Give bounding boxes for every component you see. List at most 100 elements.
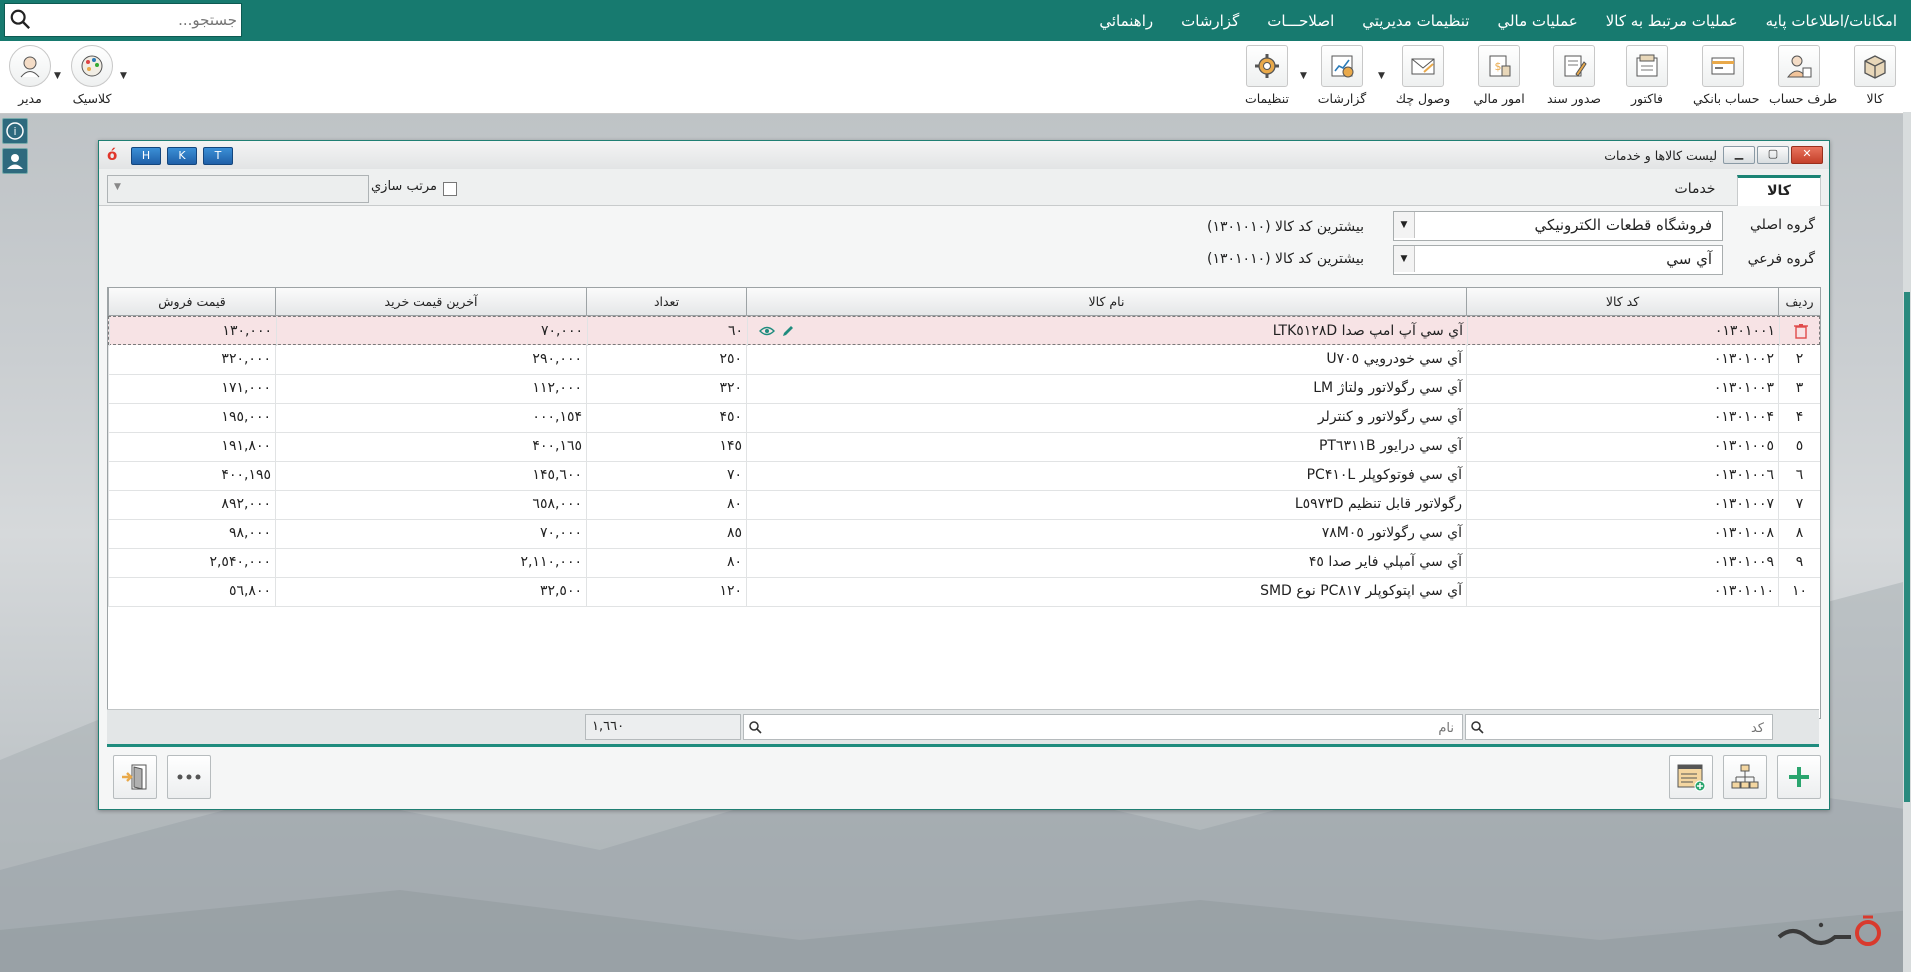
cell-code: ٠١٣٠١٠٠٧: [1466, 490, 1778, 519]
grid-header: رديف کد کالا نام کالا تعداد آخرين قيمت خ…: [108, 288, 1820, 316]
global-search[interactable]: [4, 3, 242, 37]
toolbar-account-party-label: طرف حساب: [1769, 91, 1838, 106]
document-pen-icon: [1553, 45, 1595, 87]
reports-dropdown-arrow-icon[interactable]: ▼: [1378, 71, 1385, 81]
code-filter[interactable]: [1465, 714, 1773, 740]
table-row[interactable]: ٠١٣٠١٠٠١ آي سي آپ امپ صدا LTK٥١٢٨D ٦٠ ٧٠,٠٠…: [108, 316, 1820, 346]
code-filter-input[interactable]: [1488, 717, 1766, 739]
delete-icon[interactable]: [1794, 323, 1808, 339]
table-row[interactable]: ٧ ٠١٣٠١٠٠٧ رگولاتور قابل تنظيم L٥٩٧٣D ٨٠ ٦٥٨…: [108, 490, 1820, 520]
search-icon[interactable]: [9, 8, 31, 30]
menu-item-5[interactable]: گزارشات: [1167, 12, 1253, 30]
tab-goods[interactable]: کالا: [1737, 175, 1821, 206]
contact-icon[interactable]: [2, 148, 28, 174]
cell-qty: ٧٠: [586, 461, 746, 490]
cell-name: آي سي رگولاتور و کنترلر: [746, 403, 1466, 432]
main-group-combo[interactable]: ▼ فروشگاه قطعات الکترونيکي: [1393, 211, 1723, 241]
cell-row: ٨: [1778, 519, 1820, 548]
view-eye-icon[interactable]: [759, 325, 775, 337]
col-header-sale-price[interactable]: قيمت فروش: [108, 288, 275, 315]
table-row[interactable]: ٦ ٠١٣٠١٠٠٦ آي سي فوتوکوپلر PC۴١٠L ٧٠ ١۴٥,٦٠٠…: [108, 461, 1820, 491]
toolbar-cheque-receipt-button[interactable]: وصول چك: [1393, 45, 1453, 109]
list-export-button[interactable]: [1669, 755, 1713, 799]
toolbar-goods-button[interactable]: کالا: [1845, 45, 1905, 109]
toolbar-financial-button[interactable]: $ امور مالي: [1469, 45, 1529, 109]
menu-item-2[interactable]: عمليات مالي: [1483, 12, 1591, 30]
cell-row: ٧: [1778, 490, 1820, 519]
toolbar-issue-document-label: صدور سند: [1546, 91, 1602, 106]
group-tree-button[interactable]: [1723, 755, 1767, 799]
envelope-icon: [1402, 45, 1444, 87]
hotkey-k-button[interactable]: K: [167, 147, 197, 165]
goods-list-window: ó H K T ليست کالاها و خدمات ✕ ▢ ▁ کالا خ…: [98, 140, 1830, 810]
sub-group-combo[interactable]: ▼ آي سي: [1393, 245, 1723, 275]
window-minimize-button[interactable]: ▁: [1723, 146, 1755, 164]
table-row[interactable]: ٥ ٠١٣٠١٠٠٥ آي سي درايور PT٦٣١١B ١۴٥ ١٦٥,۴٠٠ ١…: [108, 432, 1820, 462]
toolbar-user-label: مدير: [18, 91, 42, 106]
theme-dropdown-arrow-icon[interactable]: ▼: [120, 71, 127, 81]
menu-item-3[interactable]: تنظيمات مديريتي: [1348, 12, 1483, 30]
edit-pencil-icon[interactable]: [781, 324, 795, 338]
toolbar-bank-account-button[interactable]: حساب بانکي: [1693, 45, 1760, 109]
toolbar-issue-document-button[interactable]: صدور سند: [1544, 45, 1604, 109]
cell-sale-price: ٥٦,٨٠٠: [108, 577, 275, 606]
name-filter-input[interactable]: [766, 717, 1456, 739]
toolbar-settings-button[interactable]: تنظيمات: [1237, 45, 1297, 109]
global-search-input[interactable]: [39, 4, 239, 36]
window-close-button[interactable]: ✕: [1791, 146, 1823, 164]
col-header-name[interactable]: نام کالا: [746, 288, 1466, 315]
col-header-code[interactable]: کد کالا: [1466, 288, 1778, 315]
menu-item-0[interactable]: امکانات/اطلاعات پايه: [1752, 12, 1911, 30]
chart-report-icon: [1321, 45, 1363, 87]
name-filter[interactable]: [743, 714, 1463, 740]
info-icon[interactable]: i: [2, 118, 28, 144]
tab-services[interactable]: خدمات: [1653, 175, 1737, 203]
col-header-last-price[interactable]: آخرين قيمت خريد: [275, 288, 586, 315]
hotkey-t-button[interactable]: T: [203, 147, 233, 165]
toolbar-theme-button[interactable]: کلاسیک: [62, 45, 122, 109]
menu-item-1[interactable]: عمليات مرتبط به کالا: [1592, 12, 1752, 30]
table-row[interactable]: ٨ ٠١٣٠١٠٠٨ آي سي رگولاتور ٧٨M٠٥ ٨٥ ٧٠,٠٠٠ ٩٨,…: [108, 519, 1820, 549]
window-titlebar[interactable]: ó H K T ليست کالاها و خدمات ✕ ▢ ▁: [99, 141, 1829, 170]
cell-last-price: ٧٠,٠٠٠: [275, 519, 586, 548]
col-header-row[interactable]: رديف: [1778, 288, 1820, 315]
register-icon: [1626, 45, 1668, 87]
brand-logo: [1773, 913, 1883, 955]
menu-item-4[interactable]: اصلاحـــات: [1253, 12, 1348, 30]
desktop-scrollbar-thumb[interactable]: [1904, 292, 1910, 802]
col-header-qty[interactable]: تعداد: [586, 288, 746, 315]
toolbar-reports-button[interactable]: گزارشات: [1312, 45, 1372, 109]
desktop-scrollbar[interactable]: [1903, 112, 1911, 972]
sort-select[interactable]: ▼: [107, 175, 369, 203]
cell-last-price: ٧٠,٠٠٠: [276, 317, 587, 346]
toolbar-user-button[interactable]: مدير: [0, 45, 60, 109]
toolbar-account-party-button[interactable]: طرف حساب: [1769, 45, 1838, 109]
settings-dropdown-arrow-icon[interactable]: ▼: [1300, 71, 1307, 81]
table-row[interactable]: ٩ ٠١٣٠١٠٠٩ آي سي آمپلي فاير صدا ۴٥ ٨٠ ٢,١١٠,…: [108, 548, 1820, 578]
cell-row: ۴: [1778, 403, 1820, 432]
sub-group-value: آي سي: [1666, 250, 1712, 268]
table-row[interactable]: ١٠ ٠١٣٠١٠١٠ آي سي اپتوکوپلر PC٨١٧ نوع SMD ١…: [108, 577, 1820, 607]
exit-button[interactable]: [113, 755, 157, 799]
gear-icon: [1246, 45, 1288, 87]
chevron-down-icon[interactable]: ▼: [1394, 212, 1415, 238]
cell-qty: ٦٠: [587, 317, 747, 346]
chevron-down-icon[interactable]: ▼: [1394, 246, 1415, 272]
cell-row: ١٠: [1778, 577, 1820, 606]
table-row[interactable]: ۴ ٠١٣٠١٠٠۴ آي سي رگولاتور و کنترلر ۴٥٠ ١٥۴,٠…: [108, 403, 1820, 433]
sub-group-label: گروه فرعي: [1747, 251, 1815, 267]
toolbar-settings-label: تنظيمات: [1244, 91, 1290, 106]
cell-qty: ٢٥٠: [586, 345, 746, 374]
cell-name: رگولاتور قابل تنظيم L٥٩٧٣D: [746, 490, 1466, 519]
hotkey-h-button[interactable]: H: [131, 147, 161, 165]
toolbar-invoice-button[interactable]: فاکتور: [1617, 45, 1677, 109]
table-row[interactable]: ٣ ٠١٣٠١٠٠٣ آي سي رگولاتور ولتاژ LM ٣٢٠ ١١٢,٠…: [108, 374, 1820, 404]
cell-sale-price: ١٩٥,٠٠٠: [108, 403, 275, 432]
add-button[interactable]: [1777, 755, 1821, 799]
menu-item-6[interactable]: راهنمائي: [1085, 12, 1167, 30]
more-options-button[interactable]: [167, 755, 211, 799]
window-maximize-button[interactable]: ▢: [1757, 146, 1789, 164]
sort-checkbox[interactable]: [443, 182, 457, 196]
table-row[interactable]: ٢ ٠١٣٠١٠٠٢ آي سي خودرويي U٧٠٥ ٢٥٠ ٢٩٠,٠٠٠ ٣٢٠…: [108, 345, 1820, 375]
user-dropdown-arrow-icon[interactable]: ▼: [54, 71, 61, 81]
